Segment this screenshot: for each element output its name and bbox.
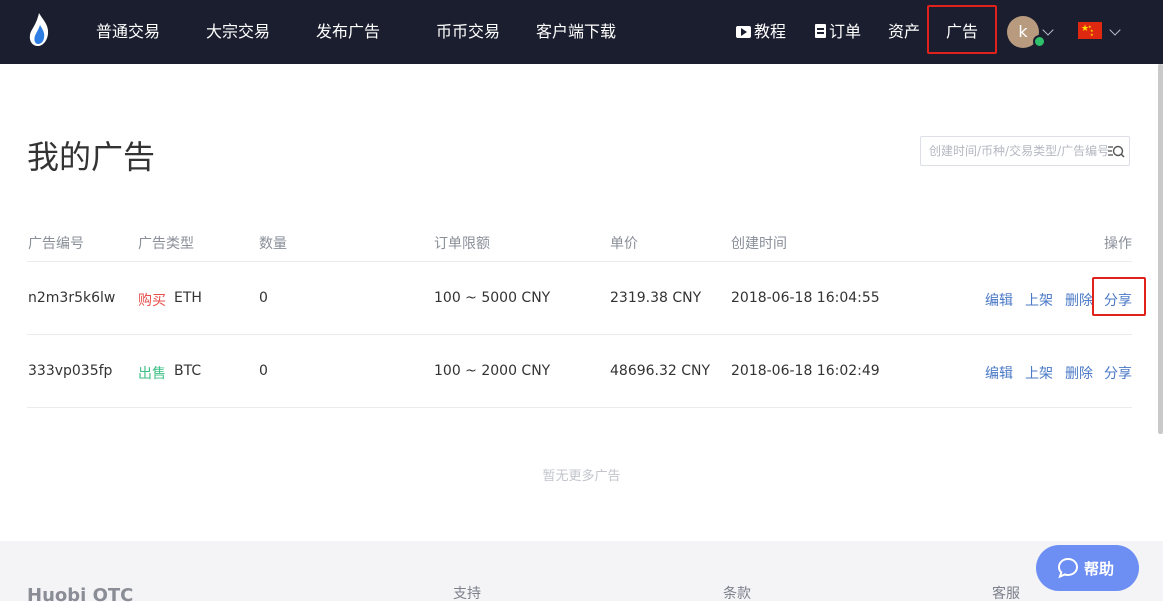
search-icon[interactable] [1107, 143, 1125, 161]
online-status-dot [1033, 35, 1046, 48]
footer: Huobi OTC 支持 条款 客服 [0, 541, 1163, 606]
search-input[interactable] [921, 137, 1115, 165]
ad-unit-price: 48696.32 CNY [610, 363, 711, 379]
ad-type-sell: 出售 [138, 366, 166, 382]
table-divider [27, 261, 1132, 262]
footer-service: 客服 [992, 586, 1020, 602]
ad-quantity: 0 [259, 290, 268, 306]
ad-order-limit: 100 ~ 5000 CNY [434, 290, 551, 306]
search-box[interactable] [920, 136, 1130, 166]
delete-button[interactable]: 删除 [1065, 290, 1093, 310]
page-scrollbar[interactable] [1158, 64, 1163, 434]
nav-post-ad[interactable]: 发布广告 [316, 0, 380, 64]
language-chevron-down-icon[interactable] [1109, 24, 1121, 36]
footer-brand-logo[interactable]: Huobi OTC [27, 585, 133, 606]
no-more-ads-note: 暂无更多广告 [542, 469, 621, 484]
page-title: 我的广告 [27, 138, 156, 176]
footer-support: 支持 [453, 586, 481, 602]
nav-ads-highlight-box [927, 5, 997, 54]
share-highlight-box [1092, 277, 1146, 316]
ad-quantity: 0 [259, 363, 268, 379]
delete-button[interactable]: 删除 [1065, 363, 1093, 383]
ad-coin: ETH [174, 290, 202, 306]
nav-tutorial-label: 教程 [754, 22, 787, 41]
nav-block-trade[interactable]: 大宗交易 [206, 0, 270, 64]
ad-type-buy: 购买 [138, 293, 166, 309]
th-actions: 操作 [1104, 236, 1132, 252]
nav-orders-label: 订单 [829, 22, 862, 41]
top-nav-bar: 普通交易 大宗交易 发布广告 币币交易 客户端下载 教程 订单 资产 广告 k … [0, 0, 1163, 64]
ad-unit-price: 2319.38 CNY [610, 290, 702, 306]
help-button[interactable]: 帮助 [1036, 545, 1139, 591]
china-flag-icon[interactable]: ★ ★ ★ ★ [1078, 22, 1102, 39]
edit-button[interactable]: 编辑 [985, 290, 1013, 310]
footer-terms: 条款 [723, 586, 751, 602]
th-ad-type: 广告类型 [138, 236, 194, 252]
edit-button[interactable]: 编辑 [985, 363, 1013, 383]
nav-tutorial[interactable]: 教程 [736, 0, 786, 64]
list-button[interactable]: 上架 [1025, 363, 1053, 383]
th-created-time: 创建时间 [731, 236, 787, 252]
help-button-label: 帮助 [1084, 560, 1115, 578]
table-divider [27, 334, 1132, 335]
table-divider [27, 407, 1132, 408]
nav-spot-trade[interactable]: 普通交易 [96, 0, 160, 64]
ad-order-limit: 100 ~ 2000 CNY [434, 363, 551, 379]
th-unit-price: 单价 [610, 236, 638, 252]
nav-coin-trade[interactable]: 币币交易 [436, 0, 500, 64]
th-quantity: 数量 [259, 236, 287, 252]
ad-created-time: 2018-06-18 16:02:49 [731, 363, 880, 379]
nav-client-download[interactable]: 客户端下载 [536, 0, 616, 64]
avatar-chevron-down-icon[interactable] [1042, 24, 1054, 36]
share-button[interactable]: 分享 [1104, 363, 1132, 383]
ad-coin: BTC [174, 363, 202, 379]
th-order-limit: 订单限额 [434, 236, 490, 252]
ad-created-time: 2018-06-18 16:04:55 [731, 290, 880, 306]
huobi-flame-logo-icon[interactable] [26, 12, 52, 48]
nav-orders[interactable]: 订单 [815, 0, 861, 64]
ad-id: 333vp035fp [28, 363, 113, 379]
play-icon [736, 26, 751, 38]
th-ad-id: 广告编号 [28, 236, 84, 252]
chat-bubble-icon [1057, 557, 1079, 579]
order-doc-icon [815, 24, 826, 38]
nav-assets[interactable]: 资产 [888, 0, 920, 64]
ad-id: n2m3r5k6lw [28, 290, 116, 306]
list-button[interactable]: 上架 [1025, 290, 1053, 310]
